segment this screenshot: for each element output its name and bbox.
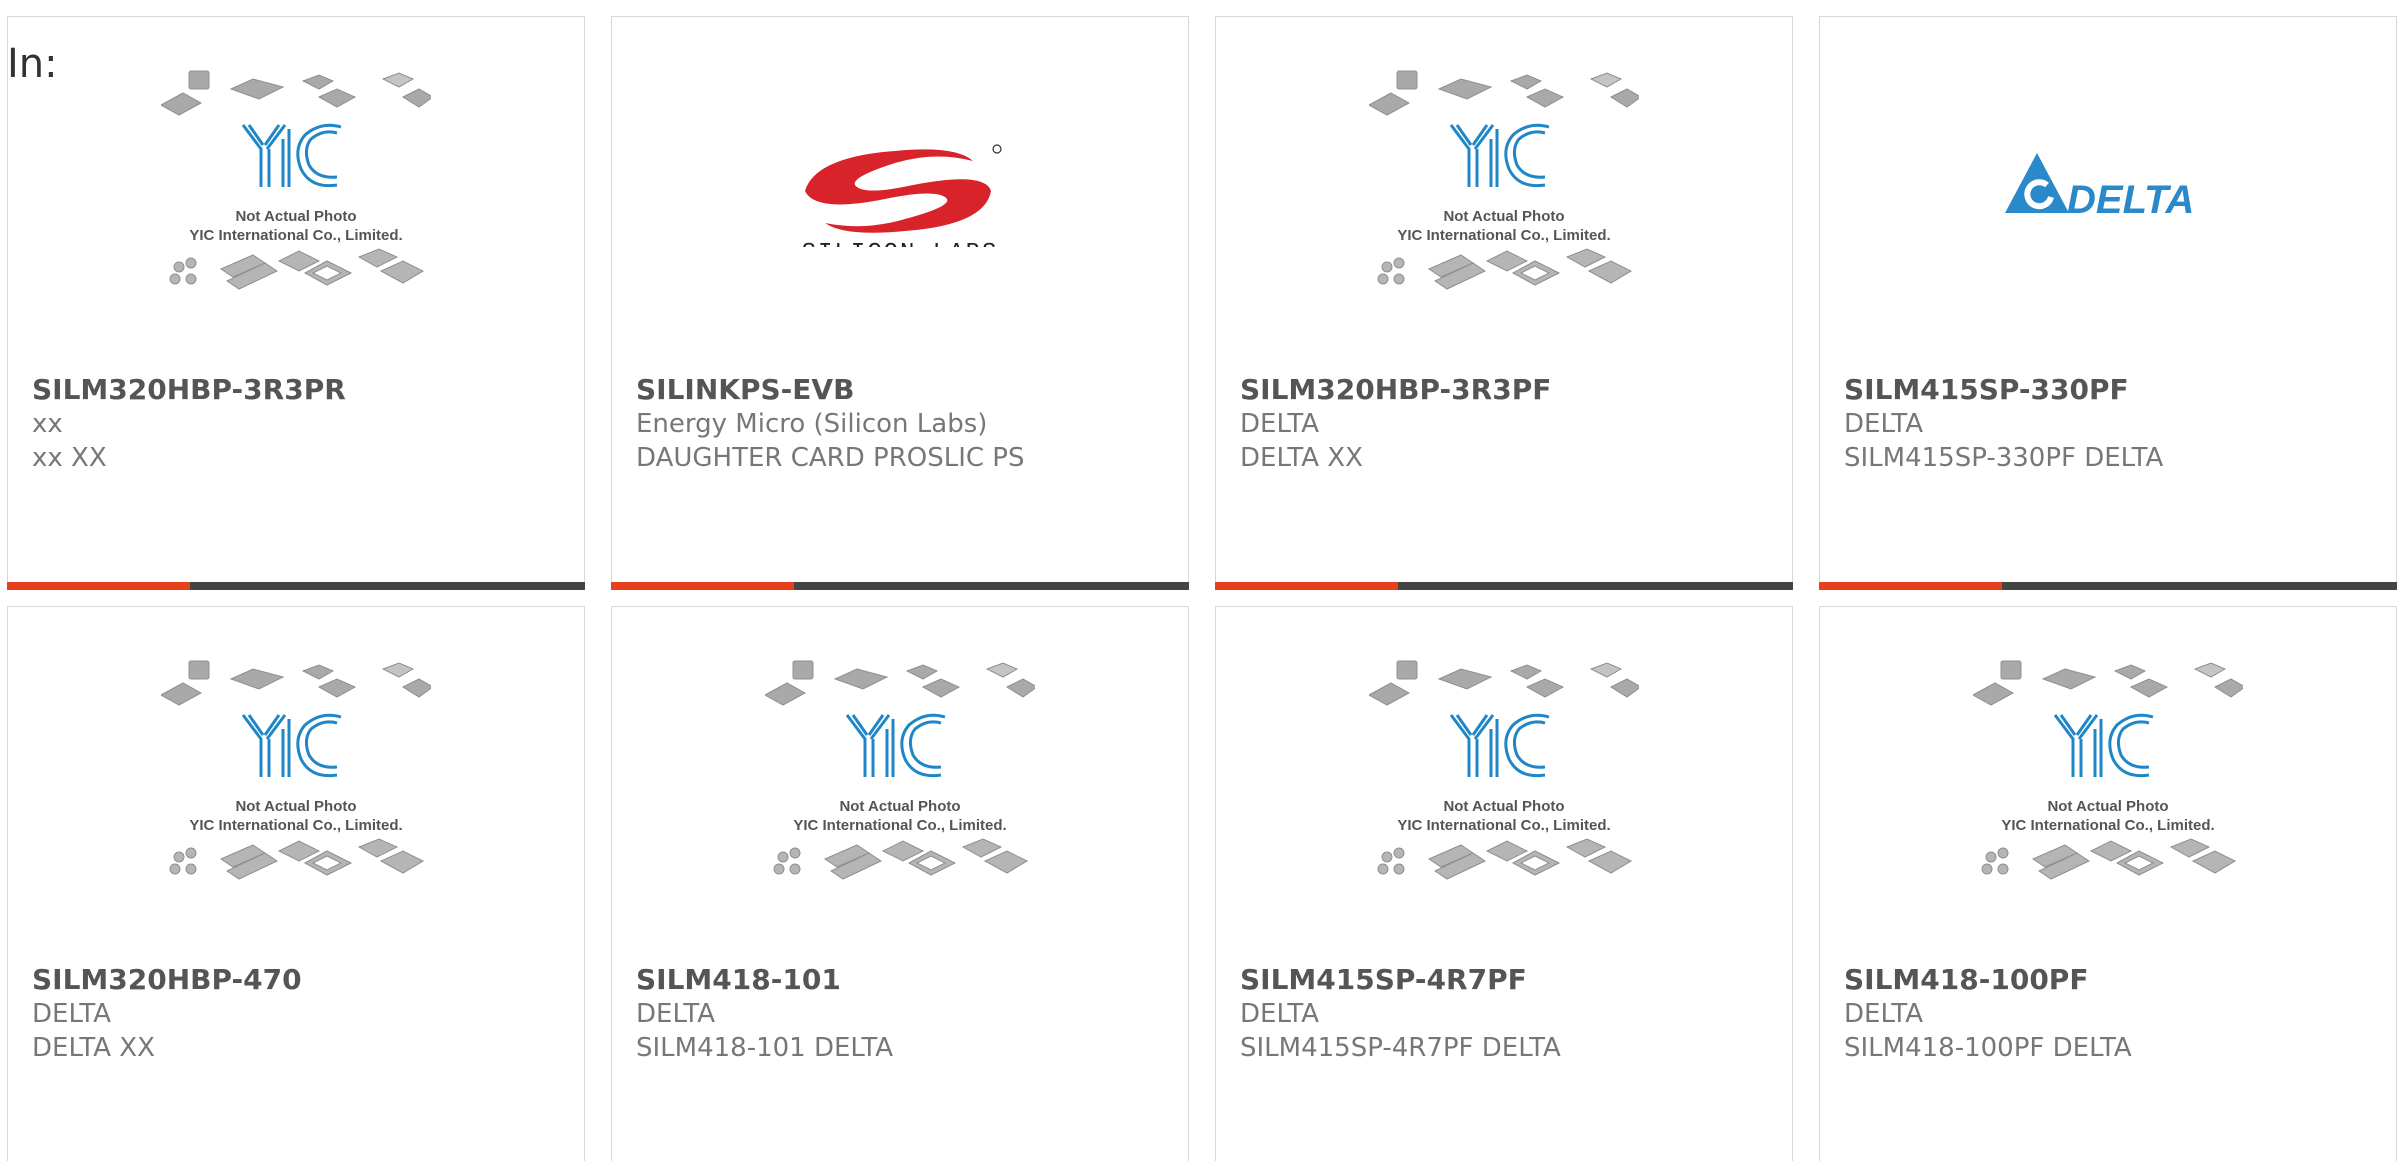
product-manufacturer: DELTA xyxy=(1240,999,1320,1029)
product-part-number[interactable]: SILM418-101 xyxy=(636,963,1168,997)
product-part-number[interactable]: SILM320HBP-3R3PR xyxy=(32,373,564,407)
placeholder-line1: Not Actual Photo xyxy=(1443,208,1564,225)
product-description: SILM418-101 DELTA xyxy=(636,1033,893,1063)
product-part-number[interactable]: SILM418-100PF xyxy=(1844,963,2376,997)
product-manufacturer: DELTA xyxy=(636,999,716,1029)
product-image[interactable]: SILICON LABS xyxy=(612,17,1188,357)
product-manufacturer: Energy Micro (Silicon Labs) xyxy=(636,409,988,439)
product-card[interactable]: SILICON LABS SILINKPS-EVB Energy Micro (… xyxy=(611,16,1189,590)
placeholder-line1: Not Actual Photo xyxy=(2047,798,2168,815)
silicon-labs-logo: SILICON LABS xyxy=(802,144,1002,247)
product-image[interactable]: Not Actual Photo YIC International Co., … xyxy=(8,17,584,357)
product-part-number[interactable]: SILM320HBP-3R3PF xyxy=(1240,373,1772,407)
yic-placeholder-image: Not Actual Photo YIC International Co., … xyxy=(161,70,431,290)
product-card[interactable]: Not Actual Photo YIC International Co., … xyxy=(7,16,585,590)
product-card[interactable]: Not Actual Photo YIC International Co., … xyxy=(1819,606,2397,1161)
card-bottom-bar xyxy=(1215,582,1793,590)
delta-logo: DELTA xyxy=(2005,153,2194,222)
card-accent-bar xyxy=(611,582,794,590)
product-manufacturer: DELTA xyxy=(1844,409,1924,439)
yic-placeholder-image: Not Actual Photo YIC International Co., … xyxy=(1973,660,2243,880)
product-part-number[interactable]: SILM320HBP-470 xyxy=(32,963,564,997)
card-bottom-bar xyxy=(1819,582,2397,590)
card-accent-bar xyxy=(1215,582,1398,590)
yic-placeholder-image: Not Actual Photo YIC International Co., … xyxy=(765,660,1035,880)
placeholder-line1: Not Actual Photo xyxy=(235,798,356,815)
product-image[interactable]: DELTA xyxy=(1820,17,2396,357)
placeholder-line2: YIC International Co., Limited. xyxy=(2001,817,2214,834)
card-accent-bar xyxy=(7,582,190,590)
silicon-labs-logo-text: SILICON LABS xyxy=(802,240,999,247)
product-description: SILM415SP-4R7PF DELTA xyxy=(1240,1033,1561,1063)
card-bottom-bar xyxy=(611,582,1189,590)
product-image[interactable]: Not Actual Photo YIC International Co., … xyxy=(8,607,584,947)
placeholder-line2: YIC International Co., Limited. xyxy=(1397,817,1610,834)
placeholder-line1: Not Actual Photo xyxy=(1443,798,1564,815)
product-card[interactable]: Not Actual Photo YIC International Co., … xyxy=(1215,16,1793,590)
yic-placeholder-image: Not Actual Photo YIC International Co., … xyxy=(161,660,431,880)
product-manufacturer: DELTA xyxy=(1240,409,1320,439)
product-description: xx XX xyxy=(32,443,107,473)
filter-in-label: In: xyxy=(7,41,58,87)
product-manufacturer: DELTA xyxy=(32,999,112,1029)
product-description: DELTA XX xyxy=(1240,443,1363,473)
product-description: SILM415SP-330PF DELTA xyxy=(1844,443,2164,473)
yic-placeholder-image: Not Actual Photo YIC International Co., … xyxy=(1369,70,1639,290)
product-grid-page: In: Not Actual Photo YIC International C… xyxy=(0,0,2400,1161)
product-manufacturer: xx xyxy=(32,409,63,439)
product-description: DAUGHTER CARD PROSLIC PS xyxy=(636,443,1025,473)
product-card[interactable]: Not Actual Photo YIC International Co., … xyxy=(7,606,585,1161)
placeholder-line1: Not Actual Photo xyxy=(839,798,960,815)
placeholder-line2: YIC International Co., Limited. xyxy=(793,817,1006,834)
product-card[interactable]: DELTA SILM415SP-330PF DELTA SILM415SP-33… xyxy=(1819,16,2397,590)
product-image[interactable]: Not Actual Photo YIC International Co., … xyxy=(1216,607,1792,947)
placeholder-line1: Not Actual Photo xyxy=(235,208,356,225)
product-manufacturer: DELTA xyxy=(1844,999,1924,1029)
placeholder-line2: YIC International Co., Limited. xyxy=(189,817,402,834)
product-image[interactable]: Not Actual Photo YIC International Co., … xyxy=(1820,607,2396,947)
delta-logo-text: DELTA xyxy=(2067,178,2194,222)
product-image[interactable]: Not Actual Photo YIC International Co., … xyxy=(612,607,1188,947)
product-card[interactable]: Not Actual Photo YIC International Co., … xyxy=(1215,606,1793,1161)
product-card[interactable]: Not Actual Photo YIC International Co., … xyxy=(611,606,1189,1161)
card-bottom-bar xyxy=(7,582,585,590)
yic-placeholder-image: Not Actual Photo YIC International Co., … xyxy=(1369,660,1639,880)
product-part-number[interactable]: SILM415SP-4R7PF xyxy=(1240,963,1772,997)
placeholder-line2: YIC International Co., Limited. xyxy=(189,227,402,244)
product-part-number[interactable]: SILM415SP-330PF xyxy=(1844,373,2376,407)
product-description: SILM418-100PF DELTA xyxy=(1844,1033,2132,1063)
product-description: DELTA XX xyxy=(32,1033,155,1063)
placeholder-line2: YIC International Co., Limited. xyxy=(1397,227,1610,244)
product-part-number[interactable]: SILINKPS-EVB xyxy=(636,373,1168,407)
card-accent-bar xyxy=(1819,582,2002,590)
product-image[interactable]: Not Actual Photo YIC International Co., … xyxy=(1216,17,1792,357)
